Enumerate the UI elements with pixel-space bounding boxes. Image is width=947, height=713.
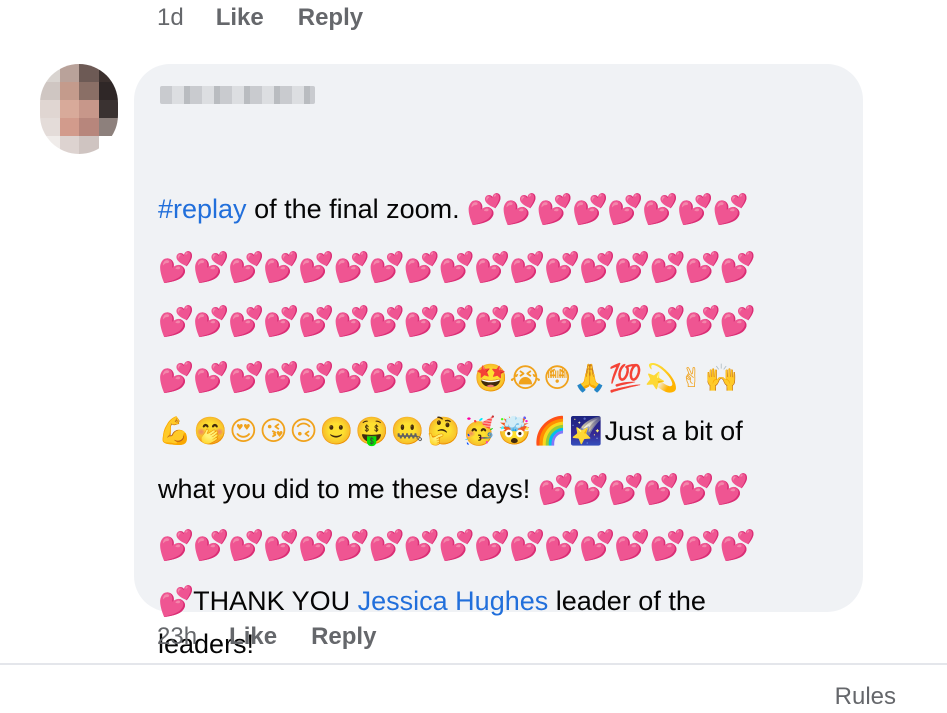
comment-line: #replay of the final zoom. 💕💕💕💕💕💕💕💕 [158,192,749,227]
rules-link[interactable]: Rules [835,683,896,711]
heart-emoji-run: 💕💕💕💕💕💕💕💕💕 [158,360,475,394]
comment-line: 💕💕💕💕💕💕💕💕💕 🤩😭😳🙏💯💫✌🙌 [158,360,740,395]
reply-button[interactable]: Reply [311,623,376,651]
heart-emoji-run: 💕💕💕💕💕💕💕💕💕💕💕💕💕💕💕💕💕 [158,304,756,338]
comment-line: 💕 THANK YOU Jessica Hughes leader of the [158,584,706,619]
previous-comment-actions: 1d Like Reply [157,4,397,32]
emoji-run: 💪🤭😍😘🙃🙂🤑🤐🤔🥳🤯🌈🌠 [158,416,605,447]
comment-line: 💕💕💕💕💕💕💕💕💕💕💕💕💕💕💕💕💕 [158,250,756,285]
hashtag-link[interactable]: #replay [158,194,247,225]
comment-line: 💕💕💕💕💕💕💕💕💕💕💕💕💕💕💕💕💕 [158,304,756,339]
comment-text: what you did to me these days! [158,474,538,504]
heart-emoji-run: 💕💕💕💕💕💕💕💕💕💕💕💕💕💕💕💕💕 [158,250,756,284]
like-button[interactable]: Like [229,623,277,651]
comment-timestamp: 23h [157,623,198,650]
heart-emoji-run: 💕💕💕💕💕💕💕💕 [466,192,749,226]
comment-text: of the final zoom. [246,194,460,224]
mention-link[interactable]: Jessica Hughes [358,586,549,617]
comment-text: THANK YOU [193,586,358,616]
comment-text: leader of the [548,586,706,616]
heart-emoji-run: 💕💕💕💕💕💕 [537,472,750,506]
heart-emoji-run: 💕 [158,584,194,618]
footer-divider [0,663,947,665]
comment-actions: 23h Like Reply [157,623,410,651]
emoji-run: 🤩😭😳🙏💯💫✌🙌 [473,362,741,394]
comment-text: Just a bit of [604,415,743,446]
comment-line: 💪🤭😍😘🙃🙂🤑🤐🤔🥳🤯🌈🌠 Just a bit of [158,415,743,448]
commenter-avatar[interactable] [40,64,118,154]
comment-line: 💕💕💕💕💕💕💕💕💕💕💕💕💕💕💕💕💕 [158,528,756,563]
previous-comment-timestamp: 1d [157,4,184,31]
comment-line: what you did to me these days! 💕💕💕💕💕💕 [158,472,750,507]
previous-comment-reply-button[interactable]: Reply [298,4,363,32]
comment-bubble: #replay of the final zoom. 💕💕💕💕💕💕💕💕 💕💕💕💕… [134,64,863,659]
comment-author-name-obscured[interactable] [160,86,315,104]
previous-comment-like-button[interactable]: Like [216,4,264,32]
heart-emoji-run: 💕💕💕💕💕💕💕💕💕💕💕💕💕💕💕💕💕 [158,528,756,562]
